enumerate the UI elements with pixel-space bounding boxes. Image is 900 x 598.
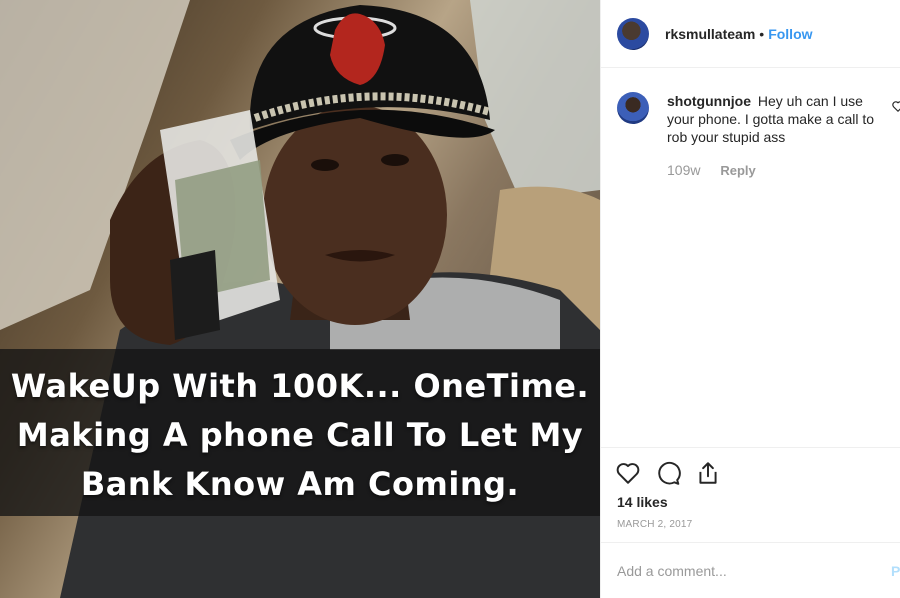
comment-input[interactable] bbox=[617, 562, 867, 579]
follow-button[interactable]: Follow bbox=[768, 26, 812, 42]
post-header: rksmullateam • Follow bbox=[601, 0, 900, 68]
post-date: MARCH 2, 2017 bbox=[617, 519, 693, 530]
author-username[interactable]: rksmullateam bbox=[665, 26, 755, 42]
add-comment-bar: Po bbox=[601, 542, 900, 598]
post-side-panel: rksmullateam • Follow shotgunnjoe Hey uh… bbox=[600, 0, 900, 598]
photo-caption: WakeUp With 100K... OneTime. Making A ph… bbox=[0, 362, 600, 509]
post-comment-button[interactable]: Po bbox=[891, 563, 900, 579]
comment-icon[interactable] bbox=[655, 460, 681, 486]
caption-line: WakeUp With 100K... OneTime. bbox=[10, 367, 590, 405]
reply-button[interactable]: Reply bbox=[720, 163, 755, 178]
comment-meta: 109w Reply bbox=[667, 162, 756, 178]
caption-line: Bank Know Am Coming. bbox=[80, 465, 520, 503]
action-icons bbox=[615, 460, 721, 488]
likes-count[interactable]: 14 likes bbox=[617, 494, 668, 510]
caption-line: Making A phone Call To Let My bbox=[16, 416, 584, 454]
separator-dot: • bbox=[759, 25, 765, 42]
share-icon[interactable] bbox=[695, 460, 721, 486]
comment-body: shotgunnjoe Hey uh can I use your phone.… bbox=[667, 92, 889, 146]
heart-icon[interactable] bbox=[891, 99, 900, 113]
comment-time[interactable]: 109w bbox=[667, 162, 700, 178]
post-actions: 14 likes MARCH 2, 2017 bbox=[601, 447, 900, 542]
heart-icon[interactable] bbox=[615, 460, 641, 486]
post-photo[interactable]: WakeUp With 100K... OneTime. Making A ph… bbox=[0, 0, 600, 598]
avatar[interactable] bbox=[617, 17, 649, 50]
avatar[interactable] bbox=[617, 92, 649, 124]
comment-username[interactable]: shotgunnjoe bbox=[667, 93, 751, 109]
